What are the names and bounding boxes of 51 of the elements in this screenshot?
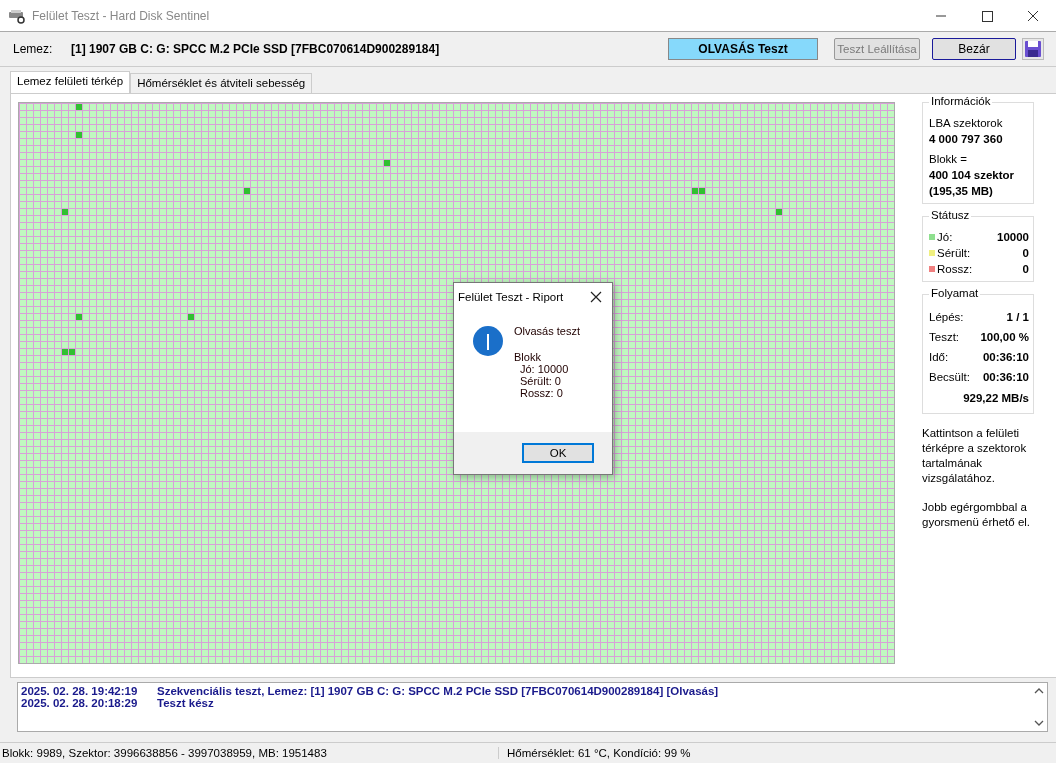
progress-value: 1 / 1 (1006, 310, 1029, 325)
scroll-up-icon[interactable] (1033, 687, 1044, 695)
status-value: 10000 (997, 230, 1029, 245)
transfer-speed: 929,22 MB/s (962, 391, 1029, 406)
status-value: 0 (1022, 262, 1029, 277)
floppy-disk-icon[interactable] (1022, 38, 1044, 60)
log-time: 2025. 02. 28. 19:42:19 (21, 685, 139, 697)
disk-name: [1] 1907 GB C: G: SPCC M.2 PCIe SSD [7FBC070614D900289184] (71, 42, 440, 56)
info-value: (195,35 MB) (929, 184, 994, 199)
log-time: 2025. 02. 28. 20:18:29 (21, 697, 139, 709)
log-message: Szekvenciális teszt, Lemez: [1] 1907 GB C: G: SPCC M.2 PCIe SSD [7FBC070614D900289184] [Olvasás] (157, 685, 719, 697)
status-label: Jó: (937, 230, 954, 245)
report-line: Sérült: 0 (519, 375, 562, 387)
tab[interactable]: Lemez felületi térkép (10, 71, 131, 93)
status-text: Blokk: 9989, Szektor: 3996638856 - 3997038959, MB: 1951483 (0, 747, 499, 759)
close-icon[interactable] (588, 289, 604, 305)
tab[interactable]: Hőmérséklet és átviteli sebesség (130, 73, 313, 93)
progress-label: Becsült: (929, 370, 971, 385)
log-message: Teszt kész (157, 697, 214, 709)
report-line: Jó: 10000 (519, 363, 570, 375)
info-label: LBA szektorok (929, 116, 1004, 131)
app-icon (8, 7, 26, 24)
hint-text: Jobb egérgombbal a gyorsmenü érhető el. (922, 500, 1032, 530)
progress-value: 00:36:10 (982, 370, 1029, 385)
info-value: 4 000 797 360 (929, 132, 1004, 147)
status-value: 0 (1022, 246, 1029, 261)
info-icon (472, 325, 504, 357)
test-mode-indicator: OLVASÁS Teszt (668, 38, 818, 60)
dialog-title: Felület Teszt - Riport (458, 291, 564, 303)
hint-text: Kattintson a felületi térképre a szektorok tartalmának vizsgálatához. (922, 426, 1028, 486)
status-text: Hőmérséklet: 61 °C, Kondíció: 99 % (506, 747, 691, 759)
window-title: Felület Teszt - Hard Disk Sentinel (32, 8, 210, 23)
group-title: Státusz (929, 209, 972, 221)
progress-label: Teszt: (929, 330, 961, 345)
status-label: Rossz: (937, 262, 974, 277)
progress-label: Idő: (929, 350, 950, 365)
group-title: Folyamat (929, 287, 981, 299)
close-button[interactable]: Bezár (932, 38, 1016, 60)
report-line: Rossz: 0 (519, 387, 564, 399)
status-label: Sérült: (937, 246, 972, 261)
scroll-down-icon[interactable] (1033, 719, 1044, 727)
report-heading: Olvasás teszt (514, 325, 581, 337)
report-label: Blokk (514, 351, 542, 363)
group-title: Információk (929, 95, 993, 107)
progress-label: Lépés: (929, 310, 965, 325)
info-label: Blokk = (929, 152, 969, 167)
info-value: 400 104 szektor (929, 168, 1016, 183)
disk-label: Lemez: (13, 42, 54, 56)
ok-button[interactable]: OK (522, 443, 594, 463)
progress-value: 100,00 % (980, 330, 1029, 345)
progress-value: 00:36:10 (982, 350, 1029, 365)
